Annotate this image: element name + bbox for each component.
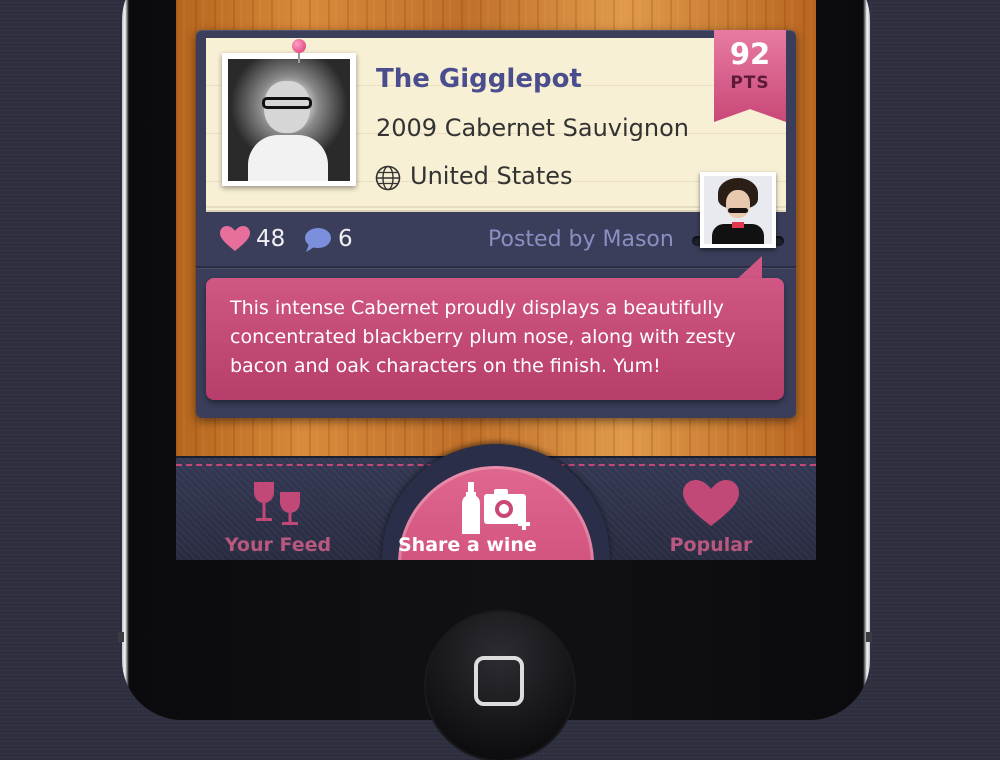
wine-photo-image — [228, 59, 350, 181]
review-bubble: This intense Cabernet proudly displays a… — [206, 278, 784, 400]
score-ribbon: 92 PTS — [714, 30, 786, 122]
likes-count: 48 — [256, 226, 286, 252]
app-screen: The Gigglepot 2009 Cabernet Sauvignon Un… — [176, 0, 816, 560]
tab-popular-label: Popular — [669, 534, 753, 556]
score-unit: PTS — [730, 73, 770, 93]
wine-photo[interactable] — [222, 39, 356, 186]
wine-post-card: The Gigglepot 2009 Cabernet Sauvignon Un… — [196, 30, 796, 418]
tab-your-feed-label: Your Feed — [224, 534, 332, 556]
avatar — [704, 176, 772, 244]
review-bubble-tail — [736, 256, 762, 280]
home-button[interactable] — [426, 612, 574, 760]
speech-bubble-icon[interactable] — [304, 227, 332, 253]
comments-count: 6 — [338, 226, 353, 252]
bottle-camera-icon — [462, 482, 530, 534]
pushpin-icon — [292, 39, 306, 53]
wine-country: United States — [410, 162, 573, 190]
card-divider — [196, 266, 796, 268]
wine-glasses-icon — [254, 482, 300, 525]
home-square-icon — [474, 656, 524, 706]
side-button-right — [866, 632, 872, 642]
heart-icon[interactable] — [220, 226, 250, 252]
volume-button-left — [118, 632, 124, 642]
wine-info-paper: The Gigglepot 2009 Cabernet Sauvignon Un… — [206, 30, 786, 206]
globe-icon — [375, 165, 401, 191]
share-wine-label: Share a wine — [398, 534, 537, 556]
score-value: 92 — [729, 37, 771, 71]
tab-bar: Your Feed Share a wine Popular — [176, 444, 816, 560]
user-avatar[interactable] — [700, 172, 776, 248]
wine-name[interactable]: The Gigglepot — [376, 64, 582, 94]
review-text: This intense Cabernet proudly displays a… — [230, 297, 736, 377]
posted-by-label[interactable]: Posted by Mason — [488, 227, 674, 252]
tab-popular[interactable]: Popular — [648, 458, 774, 560]
tab-your-feed[interactable]: Your Feed — [218, 458, 338, 560]
wine-vintage: 2009 Cabernet Sauvignon — [376, 114, 689, 142]
heart-icon — [683, 480, 739, 526]
